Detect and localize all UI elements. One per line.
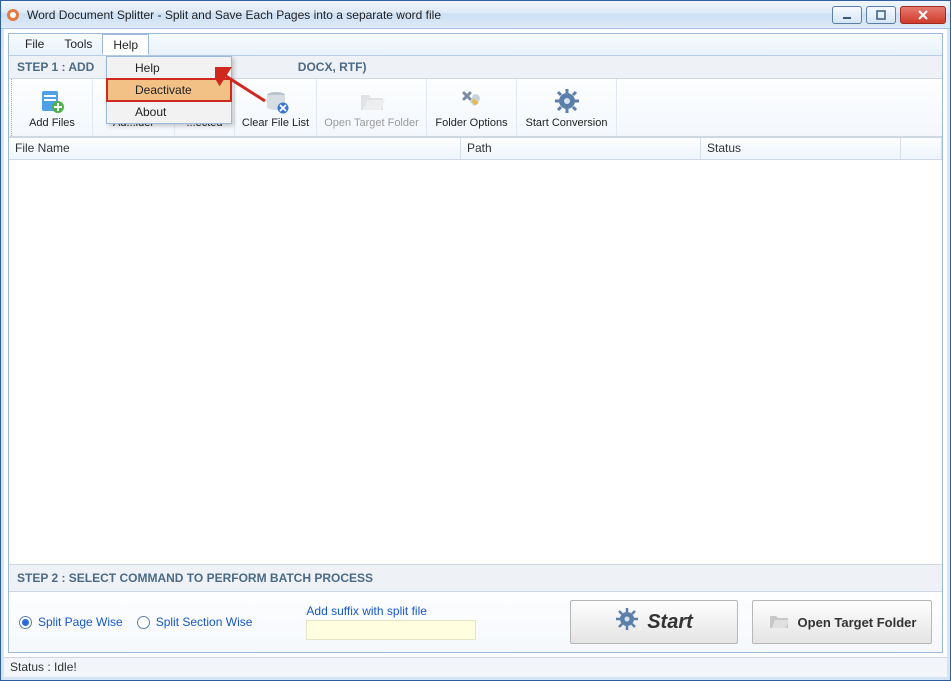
close-button[interactable] [900, 6, 946, 24]
step2-label: STEP 2 : SELECT COMMAND TO PERFORM BATCH… [9, 564, 942, 592]
main-window: Word Document Splitter - Split and Save … [0, 0, 951, 681]
option-section-wise-label: Split Section Wise [156, 615, 253, 629]
open-folder-icon [768, 610, 790, 635]
inner-panel: File Tools Help Help Deactivate About ST… [8, 33, 943, 653]
add-files-button[interactable]: Add Files [11, 79, 93, 136]
option-page-wise-label: Split Page Wise [38, 615, 123, 629]
suffix-block: Add suffix with split file [306, 604, 476, 640]
open-target-big-label: Open Target Folder [798, 615, 917, 630]
menu-help[interactable]: Help [102, 34, 149, 55]
col-filename[interactable]: File Name [9, 138, 461, 159]
table-header: File Name Path Status [9, 138, 942, 160]
radio-icon [19, 616, 32, 629]
step1-label-prefix: STEP 1 : ADD [17, 60, 94, 74]
help-menu-help[interactable]: Help [107, 57, 231, 79]
start-button[interactable]: Start [570, 600, 738, 644]
app-icon [5, 7, 21, 23]
maximize-button[interactable] [866, 6, 896, 24]
suffix-input[interactable] [306, 620, 476, 640]
gear-icon [615, 607, 639, 637]
clear-list-button[interactable]: Clear File List [235, 79, 317, 136]
menu-file[interactable]: File [15, 34, 54, 55]
menubar: File Tools Help Help Deactivate About [9, 34, 942, 56]
clear-list-icon [262, 87, 290, 115]
open-target-label: Open Target Folder [324, 117, 419, 129]
file-table: File Name Path Status [9, 137, 942, 564]
client-area: File Tools Help Help Deactivate About ST… [1, 29, 950, 680]
help-dropdown: Help Deactivate About [106, 56, 232, 124]
step1-label-suffix: DOCX, RTF) [294, 60, 366, 74]
titlebar: Word Document Splitter - Split and Save … [1, 1, 950, 29]
menu-tools[interactable]: Tools [54, 34, 102, 55]
folder-options-label: Folder Options [435, 117, 507, 129]
open-target-folder-big-button[interactable]: Open Target Folder [752, 600, 932, 644]
window-title: Word Document Splitter - Split and Save … [27, 8, 828, 22]
col-spacer [901, 138, 942, 159]
add-files-label: Add Files [29, 117, 75, 129]
col-path[interactable]: Path [461, 138, 701, 159]
bottom-panel: Split Page Wise Split Section Wise Add s… [9, 592, 942, 652]
open-folder-icon [358, 87, 386, 115]
start-conversion-button[interactable]: Start Conversion [517, 79, 617, 136]
clear-list-label: Clear File List [242, 117, 309, 129]
table-body[interactable] [9, 160, 942, 564]
open-target-folder-button[interactable]: Open Target Folder [317, 79, 427, 136]
statusbar: Status : Idle! [4, 657, 947, 677]
suffix-label: Add suffix with split file [306, 604, 476, 618]
minimize-button[interactable] [832, 6, 862, 24]
col-status[interactable]: Status [701, 138, 901, 159]
folder-options-icon [458, 87, 486, 115]
start-conversion-label: Start Conversion [526, 117, 608, 129]
gear-icon [553, 87, 581, 115]
folder-options-button[interactable]: Folder Options [427, 79, 517, 136]
help-menu-about[interactable]: About [107, 101, 231, 123]
option-section-wise[interactable]: Split Section Wise [137, 615, 253, 629]
status-text: Status : Idle! [10, 660, 77, 674]
add-files-icon [38, 87, 66, 115]
option-page-wise[interactable]: Split Page Wise [19, 615, 123, 629]
window-controls [828, 6, 946, 24]
help-menu-deactivate[interactable]: Deactivate [107, 79, 231, 101]
start-button-label: Start [647, 611, 693, 634]
radio-icon [137, 616, 150, 629]
